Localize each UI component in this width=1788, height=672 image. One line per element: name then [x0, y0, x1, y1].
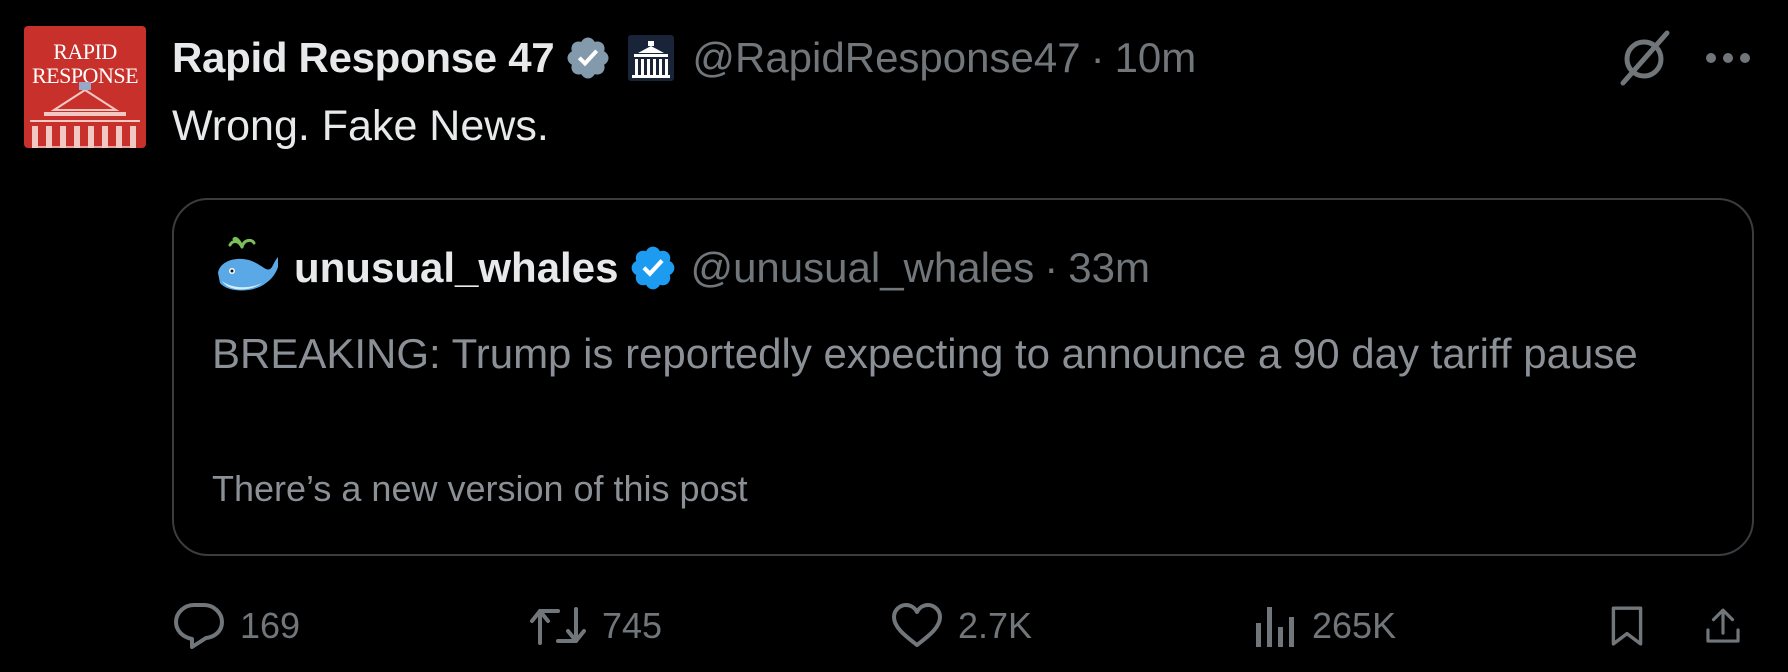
- white-house-icon[interactable]: [628, 35, 675, 81]
- views-button[interactable]: 265K: [1254, 596, 1396, 656]
- quoted-post-header: unusual_whales @unusual_whales · 33m: [212, 237, 1150, 298]
- reply-button[interactable]: 169: [172, 596, 300, 656]
- like-button[interactable]: 2.7K: [890, 596, 1032, 656]
- white-house-illustration: [30, 82, 140, 148]
- post-timestamp[interactable]: 10m: [1115, 34, 1197, 82]
- ellipsis-icon: [1706, 53, 1750, 63]
- reply-icon: [174, 603, 224, 649]
- analytics-bars-icon: [1256, 607, 1294, 647]
- author-avatar[interactable]: RAPID RESPONSE: [24, 26, 146, 148]
- post-text: Wrong. Fake News.: [172, 102, 549, 150]
- grok-icon[interactable]: [1612, 26, 1676, 90]
- share-button[interactable]: [1704, 596, 1756, 656]
- share-icon: [1706, 608, 1740, 643]
- quoted-author-handle[interactable]: @unusual_whales: [690, 244, 1034, 292]
- bookmark-button[interactable]: [1610, 596, 1658, 656]
- quoted-author-display-name[interactable]: unusual_whales: [294, 244, 618, 292]
- bookmark-icon: [1611, 606, 1643, 646]
- like-count: 2.7K: [958, 605, 1033, 646]
- repost-button[interactable]: 745: [528, 596, 662, 656]
- post-header: Rapid Response 47 @RapidResponse47 · 10m: [172, 26, 1196, 90]
- quoted-post-timestamp[interactable]: 33m: [1068, 244, 1150, 292]
- verified-badge-icon[interactable]: [628, 243, 678, 293]
- whale-icon[interactable]: [212, 233, 282, 303]
- edit-notice[interactable]: There’s a new version of this post: [212, 468, 748, 510]
- repost-icon: [530, 607, 586, 645]
- author-handle[interactable]: @RapidResponse47: [692, 34, 1080, 82]
- more-options-icon[interactable]: [1696, 26, 1760, 90]
- separator-dot: ·: [1044, 244, 1059, 291]
- separator-dot: ·: [1090, 34, 1105, 81]
- quoted-post-text: BREAKING: Trump is reportedly expecting …: [212, 330, 1638, 377]
- quoted-post-card[interactable]: unusual_whales @unusual_whales · 33m BRE…: [172, 198, 1754, 556]
- reply-count: 169: [240, 605, 301, 646]
- repost-count: 745: [602, 605, 663, 646]
- grok-slash-circle-icon: [1620, 30, 1670, 86]
- verified-badge-icon[interactable]: [564, 34, 612, 82]
- author-display-name[interactable]: Rapid Response 47: [172, 34, 555, 82]
- view-count: 265K: [1312, 605, 1397, 646]
- heart-icon: [892, 603, 942, 647]
